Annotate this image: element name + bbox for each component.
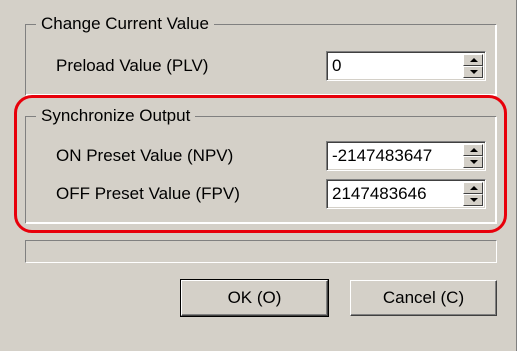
down-arrow-icon (470, 70, 478, 74)
preload-spin-buttons (463, 54, 483, 78)
ok-button[interactable]: OK (O) (180, 279, 329, 317)
preload-increment-button[interactable] (463, 54, 483, 66)
status-bar (25, 240, 497, 263)
preload-decrement-button[interactable] (463, 66, 483, 78)
change-current-value-title: Change Current Value (36, 13, 214, 35)
preload-value-label: Preload Value (PLV) (56, 56, 209, 75)
up-arrow-icon (470, 58, 478, 62)
preload-value-spinner[interactable]: 0 (326, 51, 486, 81)
preload-value-input[interactable]: 0 (332, 56, 341, 76)
cancel-button[interactable]: Cancel (C) (350, 280, 497, 316)
dialog: Change Current Value Preload Value (PLV)… (0, 0, 517, 351)
highlight-annotation (14, 95, 507, 233)
